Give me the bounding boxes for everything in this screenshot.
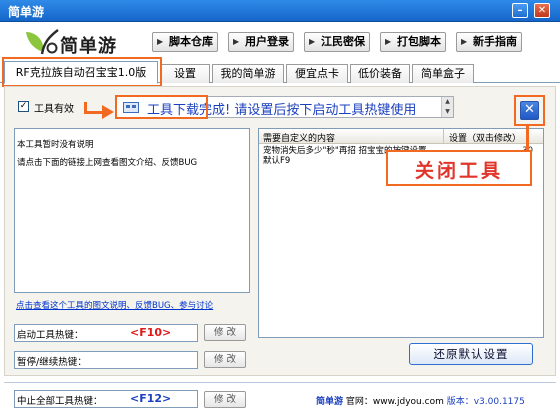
app-header: 简单游 脚本仓库 用户登录 江民密保 打包脚本 新手指南: [0, 22, 560, 60]
footer-version: 版本：v3.00.1175: [446, 397, 525, 407]
edit-start-hotkey-button[interactable]: 修 改: [204, 324, 246, 341]
active-tab-highlight: [2, 57, 162, 87]
edit-stop-all-hotkey-button[interactable]: 修 改: [204, 391, 246, 408]
title-bar: 简单游 – ✕: [0, 0, 560, 22]
start-hotkey-field: 启动工具热键： <F10>: [14, 324, 198, 342]
nav-button-pack-script[interactable]: 打包脚本: [380, 32, 446, 52]
scroll-down-icon[interactable]: ▼: [442, 107, 453, 117]
grid-column-divider: [443, 129, 444, 144]
restore-defaults-button[interactable]: 还原默认设置: [409, 343, 533, 365]
tab-box[interactable]: 简单盒子: [412, 64, 474, 83]
description-box: 本工具暂时没有说明 请点击下面的链接上网查看图文介绍、反馈BUG: [14, 128, 250, 293]
tool-enabled-checkbox[interactable]: ✓: [18, 101, 29, 112]
close-button-highlight: [514, 95, 545, 126]
status-scroll-arrows[interactable]: ▲ ▼: [441, 97, 453, 117]
footer-brand: 简单游: [316, 397, 344, 407]
window-close-button[interactable]: ✕: [534, 3, 550, 18]
stop-all-hotkey-label: 中止全部工具热键：: [17, 396, 103, 407]
help-link[interactable]: 点击查看这个工具的图文说明、反馈BUG、参与讨论: [16, 299, 213, 311]
status-highlight: [115, 95, 208, 119]
tab-cheap-gear[interactable]: 低价装备: [350, 64, 410, 83]
annotation-arrow-head-icon: [102, 105, 114, 119]
window-title: 简单游: [8, 5, 45, 19]
nav-button-login[interactable]: 用户登录: [228, 32, 294, 52]
footer-site: 官网：www.jdyou.com: [345, 397, 444, 407]
edit-pause-hotkey-button[interactable]: 修 改: [204, 351, 246, 368]
description-line: 请点击下面的链接上网查看图文介绍、反馈BUG: [17, 158, 198, 168]
logo-text: 简单游: [60, 36, 117, 57]
tool-enabled-label: 工具有效: [34, 104, 74, 115]
minimize-button[interactable]: –: [512, 3, 528, 18]
nav-button-guide[interactable]: 新手指南: [456, 32, 522, 52]
grid-header: 需要自定义的内容 设置（双击修改）: [259, 129, 543, 144]
pause-hotkey-field: 暂停/继续热键：: [14, 351, 198, 369]
stop-all-hotkey-field: 中止全部工具热键： <F12>: [14, 390, 198, 408]
callout-arrow-line: [526, 125, 529, 151]
tab-cheap-cards[interactable]: 便宜点卡: [286, 64, 348, 83]
app-logo: 简单游: [22, 28, 122, 58]
grid-header-content: 需要自定义的内容: [263, 134, 336, 144]
close-tool-callout: 关闭工具: [386, 150, 532, 186]
tab-settings[interactable]: 设置: [160, 64, 210, 83]
scroll-up-icon[interactable]: ▲: [442, 97, 453, 107]
stop-all-hotkey-value: <F12>: [130, 392, 172, 405]
nav-button-security[interactable]: 江民密保: [304, 32, 370, 52]
leaf-logo-icon: [26, 29, 59, 55]
footer-info: 简单游 官网：www.jdyou.com 版本：v3.00.1175: [316, 394, 525, 407]
grid-header-setting: 设置（双击修改）: [449, 134, 522, 144]
start-hotkey-value: <F10>: [130, 326, 172, 339]
tab-my-jdyou[interactable]: 我的简单游: [212, 64, 284, 83]
description-line: 本工具暂时没有说明: [17, 140, 94, 150]
start-hotkey-label: 启动工具热键：: [17, 330, 84, 341]
callout-text: 关闭工具: [414, 160, 503, 182]
nav-button-script-repo[interactable]: 脚本仓库: [152, 32, 218, 52]
pause-hotkey-label: 暂停/继续热键：: [17, 357, 87, 368]
